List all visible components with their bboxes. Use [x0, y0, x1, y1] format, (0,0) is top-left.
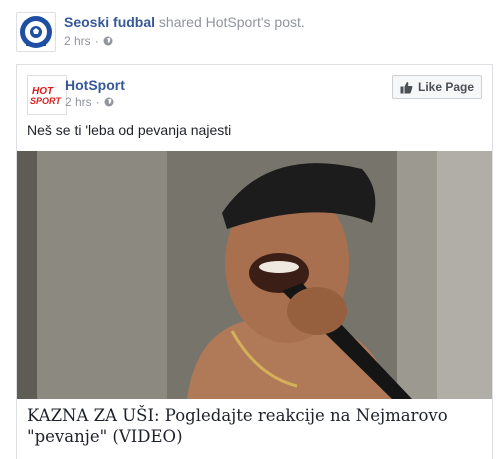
link-title[interactable]: KAZNA ZA UŠI: Pogledajte reakcije na Nej… [27, 405, 482, 447]
hotsport-page-link[interactable]: HotSport [65, 77, 125, 93]
shared-text: shared [155, 14, 206, 30]
sharer-page-link[interactable]: Seoski fudbal [64, 14, 155, 30]
original-page-link[interactable]: HotSport's [206, 14, 271, 30]
post-meta: 2 hrs · [65, 95, 114, 109]
globe-icon[interactable] [104, 97, 114, 107]
share-line: Seoski fudbal shared HotSport's post. [64, 14, 305, 30]
dot-separator: · [94, 34, 99, 48]
shared-post-card: Seoski fudbal shared HotSport's post. 2 … [0, 0, 499, 459]
video-thumbnail [17, 151, 492, 399]
original-post: HOT SPORT HotSport 2 hrs · Like Page Neš… [16, 64, 493, 459]
seoski-fudbal-avatar[interactable] [16, 12, 56, 52]
hotsport-avatar[interactable]: HOT SPORT [27, 75, 67, 115]
dot-separator: · [95, 95, 100, 109]
thumbs-up-icon [400, 81, 413, 93]
link-preview-image[interactable] [17, 151, 492, 399]
hotsport-logo: HOT SPORT [30, 86, 62, 106]
globe-icon[interactable] [103, 36, 113, 46]
like-page-label: Like Page [417, 80, 475, 94]
post-text-suffix: post. [270, 14, 305, 30]
svg-text:SPORT: SPORT [30, 96, 62, 106]
post-timestamp[interactable]: 2 hrs [65, 95, 92, 109]
like-page-button[interactable]: Like Page [392, 75, 482, 99]
share-timestamp[interactable]: 2 hrs [64, 34, 91, 48]
seoski-fudbal-logo [20, 16, 52, 48]
share-meta: 2 hrs · [64, 34, 113, 48]
post-message: Neš se ti 'leba od pevanja najesti [27, 122, 232, 138]
